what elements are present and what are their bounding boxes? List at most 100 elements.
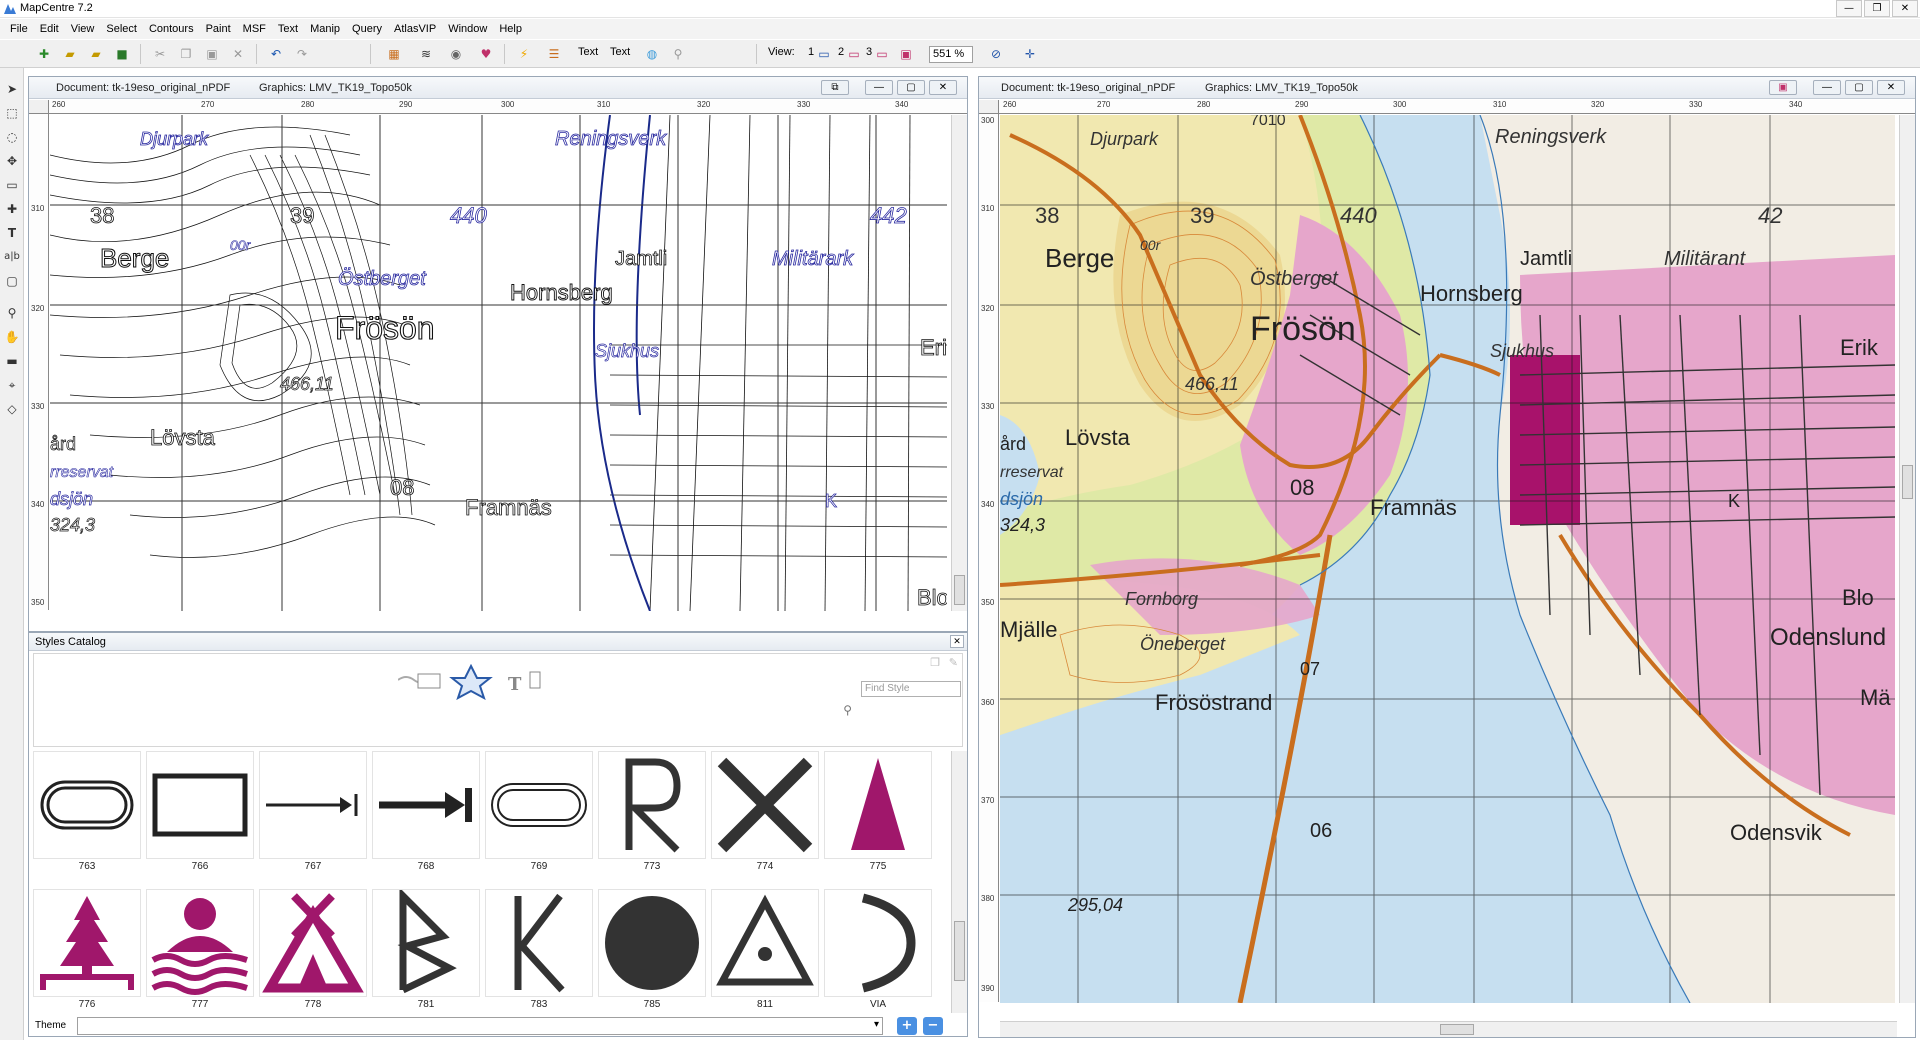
styles-grid-scroll-thumb[interactable] <box>954 921 965 981</box>
add-theme-button[interactable]: + <box>897 1017 917 1035</box>
menu-edit[interactable]: Edit <box>34 19 65 39</box>
shape-tool-icon[interactable]: ◇ <box>3 400 21 418</box>
left-doc-close[interactable]: ✕ <box>929 80 957 95</box>
measure-icon[interactable]: ▬ <box>3 352 21 370</box>
menu-file[interactable]: File <box>4 19 34 39</box>
point-symbol-icon[interactable] <box>449 664 493 700</box>
lightning-icon[interactable]: ⚡ <box>514 45 534 63</box>
node-edit-icon[interactable]: ✚ <box>3 200 21 218</box>
menu-query[interactable]: Query <box>346 19 388 39</box>
menu-msf[interactable]: MSF <box>237 19 272 39</box>
layers-icon[interactable]: ≋ <box>416 45 436 63</box>
style-cell-via[interactable] <box>824 889 932 997</box>
find-style-input[interactable]: Find Style <box>861 681 961 697</box>
undo-icon[interactable]: ↶ <box>266 45 286 63</box>
maximize-button[interactable]: ❐ <box>1864 0 1890 17</box>
left-doc-minimize[interactable]: — <box>865 80 893 95</box>
edit-style-icon[interactable]: ✎ <box>949 656 958 669</box>
cut-icon[interactable]: ✂ <box>150 45 170 63</box>
style-cell-773[interactable] <box>598 751 706 859</box>
right-map-canvas[interactable]: Djurpark Reningsverk 7010 38 39 440 42 B… <box>1000 115 1895 1003</box>
view-2-icon[interactable]: ▭ <box>844 45 864 63</box>
style-cell-769[interactable] <box>485 751 593 859</box>
left-doc-view-toggle[interactable]: ⧉ <box>821 80 849 95</box>
left-vertical-scrollbar[interactable] <box>951 115 967 611</box>
left-map-canvas[interactable]: Djurpark Reningsverk 38 39 440 442 Berge… <box>50 115 947 611</box>
menu-window[interactable]: Window <box>442 19 493 39</box>
save-icon[interactable]: ■ <box>112 45 132 63</box>
style-cell-777[interactable] <box>146 889 254 997</box>
rectangle-tool-icon[interactable]: ▭ <box>3 176 21 194</box>
style-cell-785[interactable] <box>598 889 706 997</box>
delete-theme-button[interactable]: − <box>923 1017 943 1035</box>
layers-fill-icon[interactable]: ▦ <box>384 45 404 63</box>
style-cell-783[interactable] <box>485 889 593 997</box>
left-doc-maximize[interactable]: ▢ <box>897 80 925 95</box>
chevron-down-icon[interactable]: ▾ <box>874 1019 879 1030</box>
menu-help[interactable]: Help <box>493 19 528 39</box>
right-doc-minimize[interactable]: — <box>1813 80 1841 95</box>
style-cell-766[interactable] <box>146 751 254 859</box>
hierarchy-icon[interactable]: ☰ <box>544 45 564 63</box>
globe-icon[interactable]: ◍ <box>642 45 662 63</box>
copy-style-icon[interactable]: ❐ <box>930 656 940 669</box>
select-arrow-icon[interactable]: ➤ <box>3 80 21 98</box>
zoom-level-input[interactable]: 551 % <box>929 46 973 63</box>
zoom-tool-icon[interactable]: ⚲ <box>3 304 21 322</box>
palette-icon[interactable]: ◉ <box>446 45 466 63</box>
right-hscroll-thumb[interactable] <box>1440 1024 1474 1035</box>
view-3-icon[interactable]: ▭ <box>872 45 892 63</box>
style-cell-763[interactable] <box>33 751 141 859</box>
text-tool-icon[interactable]: T <box>3 224 21 242</box>
pan-hand-icon[interactable]: ✋ <box>3 328 21 346</box>
style-cell-774[interactable] <box>711 751 819 859</box>
frame-tool-icon[interactable]: ▢ <box>3 272 21 290</box>
text-tool-1[interactable]: Text <box>578 46 598 58</box>
right-doc-view-toggle[interactable]: ▣ <box>1769 80 1797 95</box>
right-horizontal-scrollbar[interactable] <box>1000 1021 1897 1037</box>
text-style-icon[interactable]: T <box>508 674 522 695</box>
delete-icon[interactable]: ✕ <box>228 45 248 63</box>
close-button[interactable]: ✕ <box>1892 0 1918 17</box>
right-doc-close[interactable]: ✕ <box>1877 80 1905 95</box>
styles-catalog-close[interactable]: ✕ <box>950 635 964 648</box>
page-style-icon[interactable] <box>529 671 541 689</box>
new-document-icon[interactable]: ✚ <box>34 45 54 63</box>
style-cell-775[interactable] <box>824 751 932 859</box>
redo-icon[interactable]: ↷ <box>292 45 312 63</box>
menu-atlasvip[interactable]: AtlasVIP <box>388 19 442 39</box>
menu-select[interactable]: Select <box>100 19 143 39</box>
lasso-icon[interactable]: ◌ <box>3 128 21 146</box>
style-cell-811[interactable] <box>711 889 819 997</box>
right-vscroll-thumb[interactable] <box>1902 465 1913 499</box>
style-cell-767[interactable] <box>259 751 367 859</box>
select-region-icon[interactable]: ⬚ <box>3 104 21 122</box>
paste-icon[interactable]: ▣ <box>202 45 222 63</box>
view-overlay-icon[interactable]: ▣ <box>896 45 916 63</box>
copy-icon[interactable]: ❐ <box>176 45 196 63</box>
crosshair-icon[interactable]: ✛ <box>1020 45 1040 63</box>
menu-contours[interactable]: Contours <box>143 19 200 39</box>
symbol-icon[interactable]: ♥ <box>476 45 496 63</box>
style-cell-768[interactable] <box>372 751 480 859</box>
left-vscroll-thumb[interactable] <box>954 575 965 605</box>
styles-grid-scrollbar[interactable] <box>951 751 967 1013</box>
menu-paint[interactable]: Paint <box>200 19 237 39</box>
menu-text[interactable]: Text <box>272 19 304 39</box>
right-doc-maximize[interactable]: ▢ <box>1845 80 1873 95</box>
style-cell-776[interactable] <box>33 889 141 997</box>
theme-select[interactable]: ▾ <box>77 1017 883 1035</box>
open-recent-icon[interactable]: ▰ <box>86 45 106 63</box>
move-icon[interactable]: ✥ <box>3 152 21 170</box>
zoom-extent-icon[interactable]: ⊘ <box>986 45 1006 63</box>
open-folder-icon[interactable]: ▰ <box>60 45 80 63</box>
area-style-icon[interactable] <box>417 673 441 689</box>
right-vertical-scrollbar[interactable] <box>1899 115 1915 1003</box>
text-tool-2[interactable]: Text <box>610 46 630 58</box>
style-cell-781[interactable] <box>372 887 480 997</box>
menu-view[interactable]: View <box>65 19 101 39</box>
query-icon[interactable]: ⚲ <box>668 45 688 63</box>
view-1-icon[interactable]: ▭ <box>814 45 834 63</box>
target-icon[interactable]: ⌖ <box>3 376 21 394</box>
menu-manip[interactable]: Manip <box>304 19 346 39</box>
